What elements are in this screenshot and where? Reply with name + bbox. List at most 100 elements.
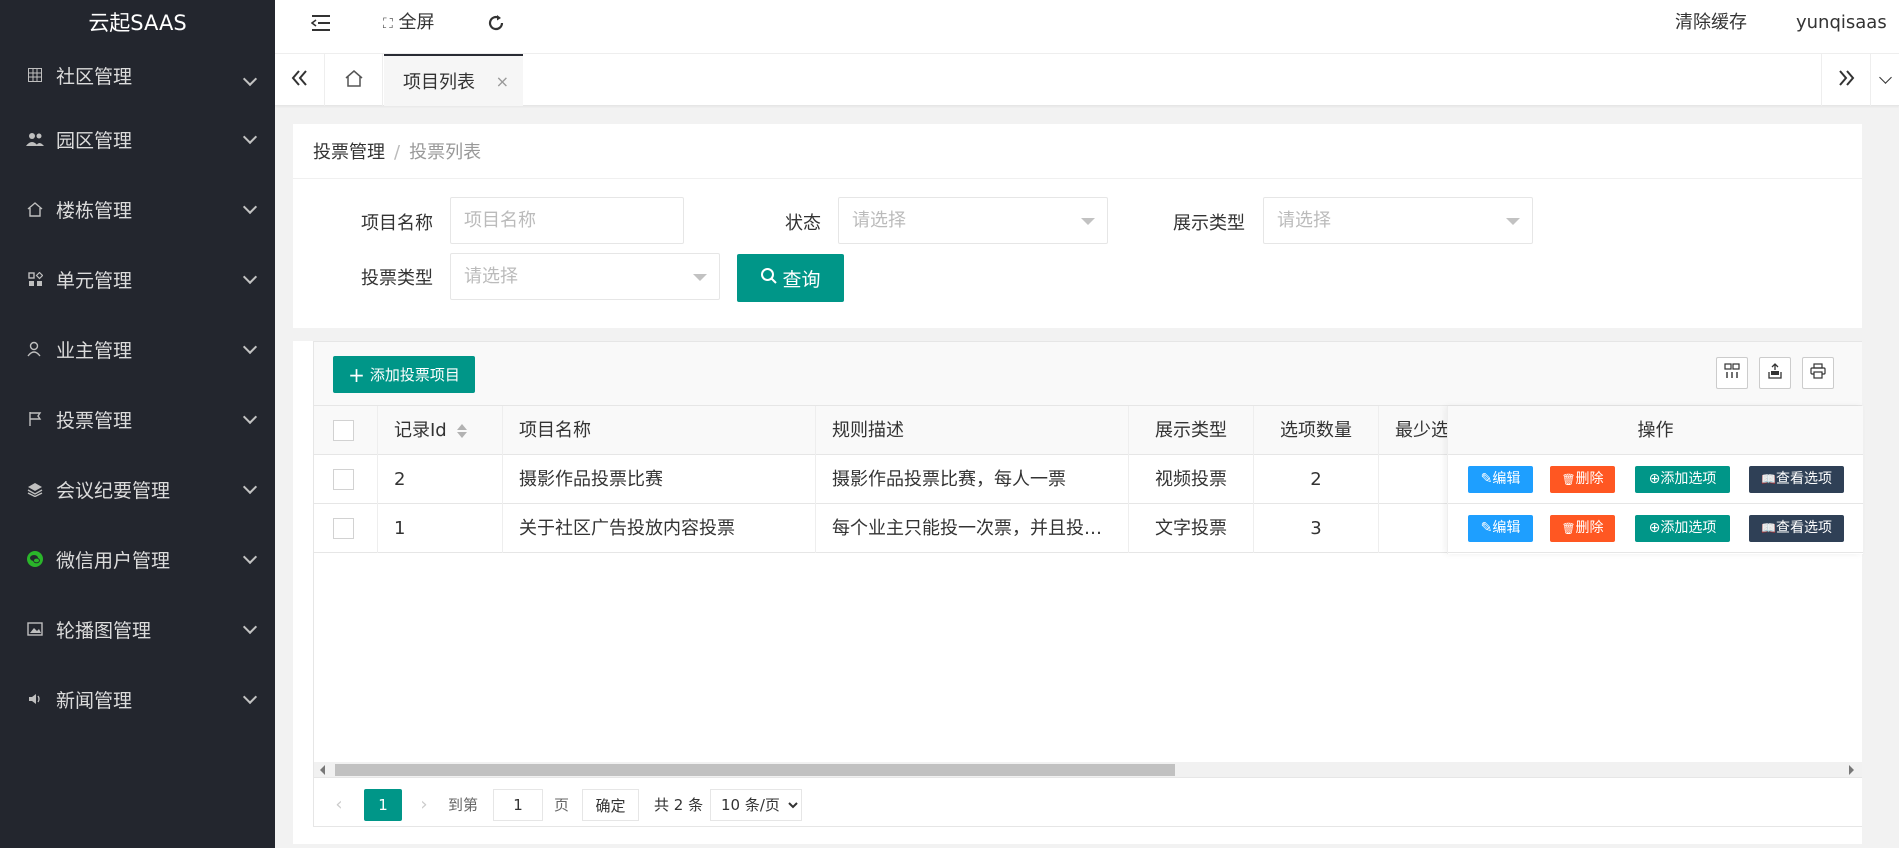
cell-display-type: 视频投票 — [1129, 455, 1254, 504]
export-button[interactable] — [1759, 357, 1791, 389]
divider — [293, 178, 1862, 179]
edit-button[interactable]: ✎编辑 — [1468, 466, 1533, 493]
cell-display-type: 文字投票 — [1129, 504, 1254, 553]
horizontal-scrollbar[interactable] — [314, 762, 1862, 777]
caret-down-icon — [693, 274, 707, 281]
cell-project-name: 摄影作品投票比赛 — [503, 455, 816, 504]
grid-icon — [26, 66, 44, 84]
chevron-down-icon — [242, 689, 258, 705]
chevron-down-icon — [242, 549, 258, 565]
menu-toggle-button[interactable] — [310, 0, 331, 46]
header-record-id[interactable]: 记录Id — [378, 406, 503, 455]
scrollbar-thumb[interactable] — [335, 764, 1175, 776]
operations-row: ✎编辑 🗑删除 ⊕添加选项 📖查看选项 — [1448, 504, 1863, 553]
users-icon — [26, 130, 44, 148]
tabs-scroll-right-button[interactable] — [1821, 54, 1871, 106]
view-option-label: 查看选项 — [1775, 520, 1832, 536]
sidebar-item-building[interactable]: 楼栋管理 — [0, 174, 275, 244]
operations-row: ✎编辑 🗑删除 ⊕添加选项 📖查看选项 — [1448, 455, 1863, 504]
sidebar-item-meeting[interactable]: 会议纪要管理 — [0, 454, 275, 524]
menu-fold-icon — [310, 12, 331, 33]
sidebar-item-unit[interactable]: 单元管理 — [0, 244, 275, 314]
data-table: + 添加投票项目 记录Id 项目名称 规则描述 展示类型 选项数量 最少选 2 … — [313, 341, 1863, 827]
page-1-button[interactable]: 1 — [364, 789, 402, 821]
export-icon — [1767, 362, 1783, 384]
close-icon[interactable]: × — [496, 72, 509, 91]
tabs-scroll-left-button[interactable] — [275, 54, 325, 106]
goto-confirm-button[interactable]: 确定 — [582, 789, 639, 821]
sidebar-item-vote[interactable]: 投票管理 — [0, 384, 275, 454]
content-card: 投票管理 / 投票列表 项目名称 项目名称 状态 请选择 展示类型 请选择 投票类型… — [293, 124, 1863, 844]
vote-type-select[interactable]: 请选择 — [450, 253, 720, 300]
plus-circle-icon: ⊕ — [1648, 520, 1661, 536]
status-label: 状态 — [785, 213, 821, 234]
status-select[interactable]: 请选择 — [838, 197, 1108, 244]
section-gap — [293, 328, 1862, 341]
delete-button[interactable]: 🗑删除 — [1550, 515, 1615, 542]
tabs-dropdown-button[interactable] — [1871, 54, 1899, 106]
goto-page-input[interactable] — [493, 789, 543, 821]
clear-cache-button[interactable]: 清除缓存 — [1675, 0, 1747, 46]
pagination: ‹ 1 › 到第 页 确定 共 2 条 10 条/页 — [314, 777, 1862, 827]
select-all-checkbox[interactable] — [333, 420, 354, 441]
row-select-cell — [314, 504, 378, 553]
view-options-button[interactable]: 📖查看选项 — [1749, 466, 1844, 493]
chevron-down-icon — [242, 409, 258, 425]
edit-label: 编辑 — [1492, 520, 1521, 536]
sidebar-item-label: 微信用户管理 — [56, 549, 171, 572]
columns-icon — [1724, 362, 1740, 384]
sidebar-item-park[interactable]: 园区管理 — [0, 104, 275, 174]
add-vote-project-button[interactable]: + 添加投票项目 — [333, 356, 475, 393]
vote-type-label: 投票类型 — [361, 268, 433, 289]
sidebar-item-label: 投票管理 — [56, 409, 133, 432]
apps-icon — [26, 270, 44, 288]
row-checkbox[interactable] — [333, 518, 354, 539]
cell-option-count: 2 — [1254, 455, 1379, 504]
trash-icon: 🗑 — [1561, 473, 1576, 486]
display-type-select[interactable]: 请选择 — [1263, 197, 1533, 244]
chevron-down-icon — [242, 479, 258, 495]
edit-button[interactable]: ✎编辑 — [1468, 515, 1533, 542]
print-icon — [1810, 362, 1826, 384]
prev-page-button[interactable]: ‹ — [324, 789, 354, 821]
book-icon: 📖 — [1761, 472, 1776, 486]
sidebar-item-owner[interactable]: 业主管理 — [0, 314, 275, 384]
header-select-cell — [314, 406, 378, 455]
delete-button[interactable]: 🗑删除 — [1550, 466, 1615, 493]
sidebar-item-label: 单元管理 — [56, 269, 133, 292]
breadcrumb-parent[interactable]: 投票管理 — [313, 142, 385, 163]
page-size-select[interactable]: 10 条/页 — [710, 789, 802, 821]
display-type-label: 展示类型 — [1173, 213, 1245, 234]
layers-icon — [26, 480, 44, 498]
query-button[interactable]: 查询 — [737, 254, 844, 302]
book-icon: 📖 — [1761, 521, 1776, 535]
add-option-button[interactable]: ⊕添加选项 — [1635, 515, 1730, 542]
project-name-input[interactable]: 项目名称 — [450, 197, 684, 244]
view-options-button[interactable]: 📖查看选项 — [1749, 515, 1844, 542]
header-option-count: 选项数量 — [1254, 406, 1379, 455]
delete-label: 删除 — [1575, 471, 1604, 487]
app-logo: 云起SAAS — [88, 11, 187, 35]
fullscreen-button[interactable]: ⛶ 全屏 — [383, 0, 435, 46]
columns-filter-button[interactable] — [1716, 357, 1748, 389]
scroll-right-arrow-icon[interactable] — [1849, 765, 1854, 775]
cell-rule-desc: 每个业主只能投一次票，并且投… — [816, 504, 1129, 553]
edit-label: 编辑 — [1492, 471, 1521, 487]
sidebar-item-news[interactable]: 新闻管理 — [0, 664, 275, 734]
next-page-button[interactable]: › — [409, 789, 439, 821]
print-button[interactable] — [1802, 357, 1834, 389]
sidebar-item-wechat-user[interactable]: 微信用户管理 — [0, 524, 275, 594]
tab-project-list[interactable]: 项目列表 × — [384, 54, 523, 106]
add-option-button[interactable]: ⊕添加选项 — [1635, 466, 1730, 493]
refresh-button[interactable] — [486, 0, 506, 46]
row-checkbox[interactable] — [333, 469, 354, 490]
sidebar-item-carousel[interactable]: 轮播图管理 — [0, 594, 275, 664]
speaker-icon — [26, 690, 44, 708]
user-menu[interactable]: yunqisaas — [1796, 0, 1899, 72]
breadcrumb-current: 投票列表 — [409, 142, 482, 163]
tab-home[interactable] — [325, 54, 383, 106]
scroll-left-arrow-icon[interactable] — [320, 765, 325, 775]
tabs-bar: 项目列表 × — [275, 54, 1899, 106]
header-operations: 操作 — [1448, 406, 1863, 455]
sidebar-item-community[interactable]: 社区管理 — [0, 46, 275, 104]
